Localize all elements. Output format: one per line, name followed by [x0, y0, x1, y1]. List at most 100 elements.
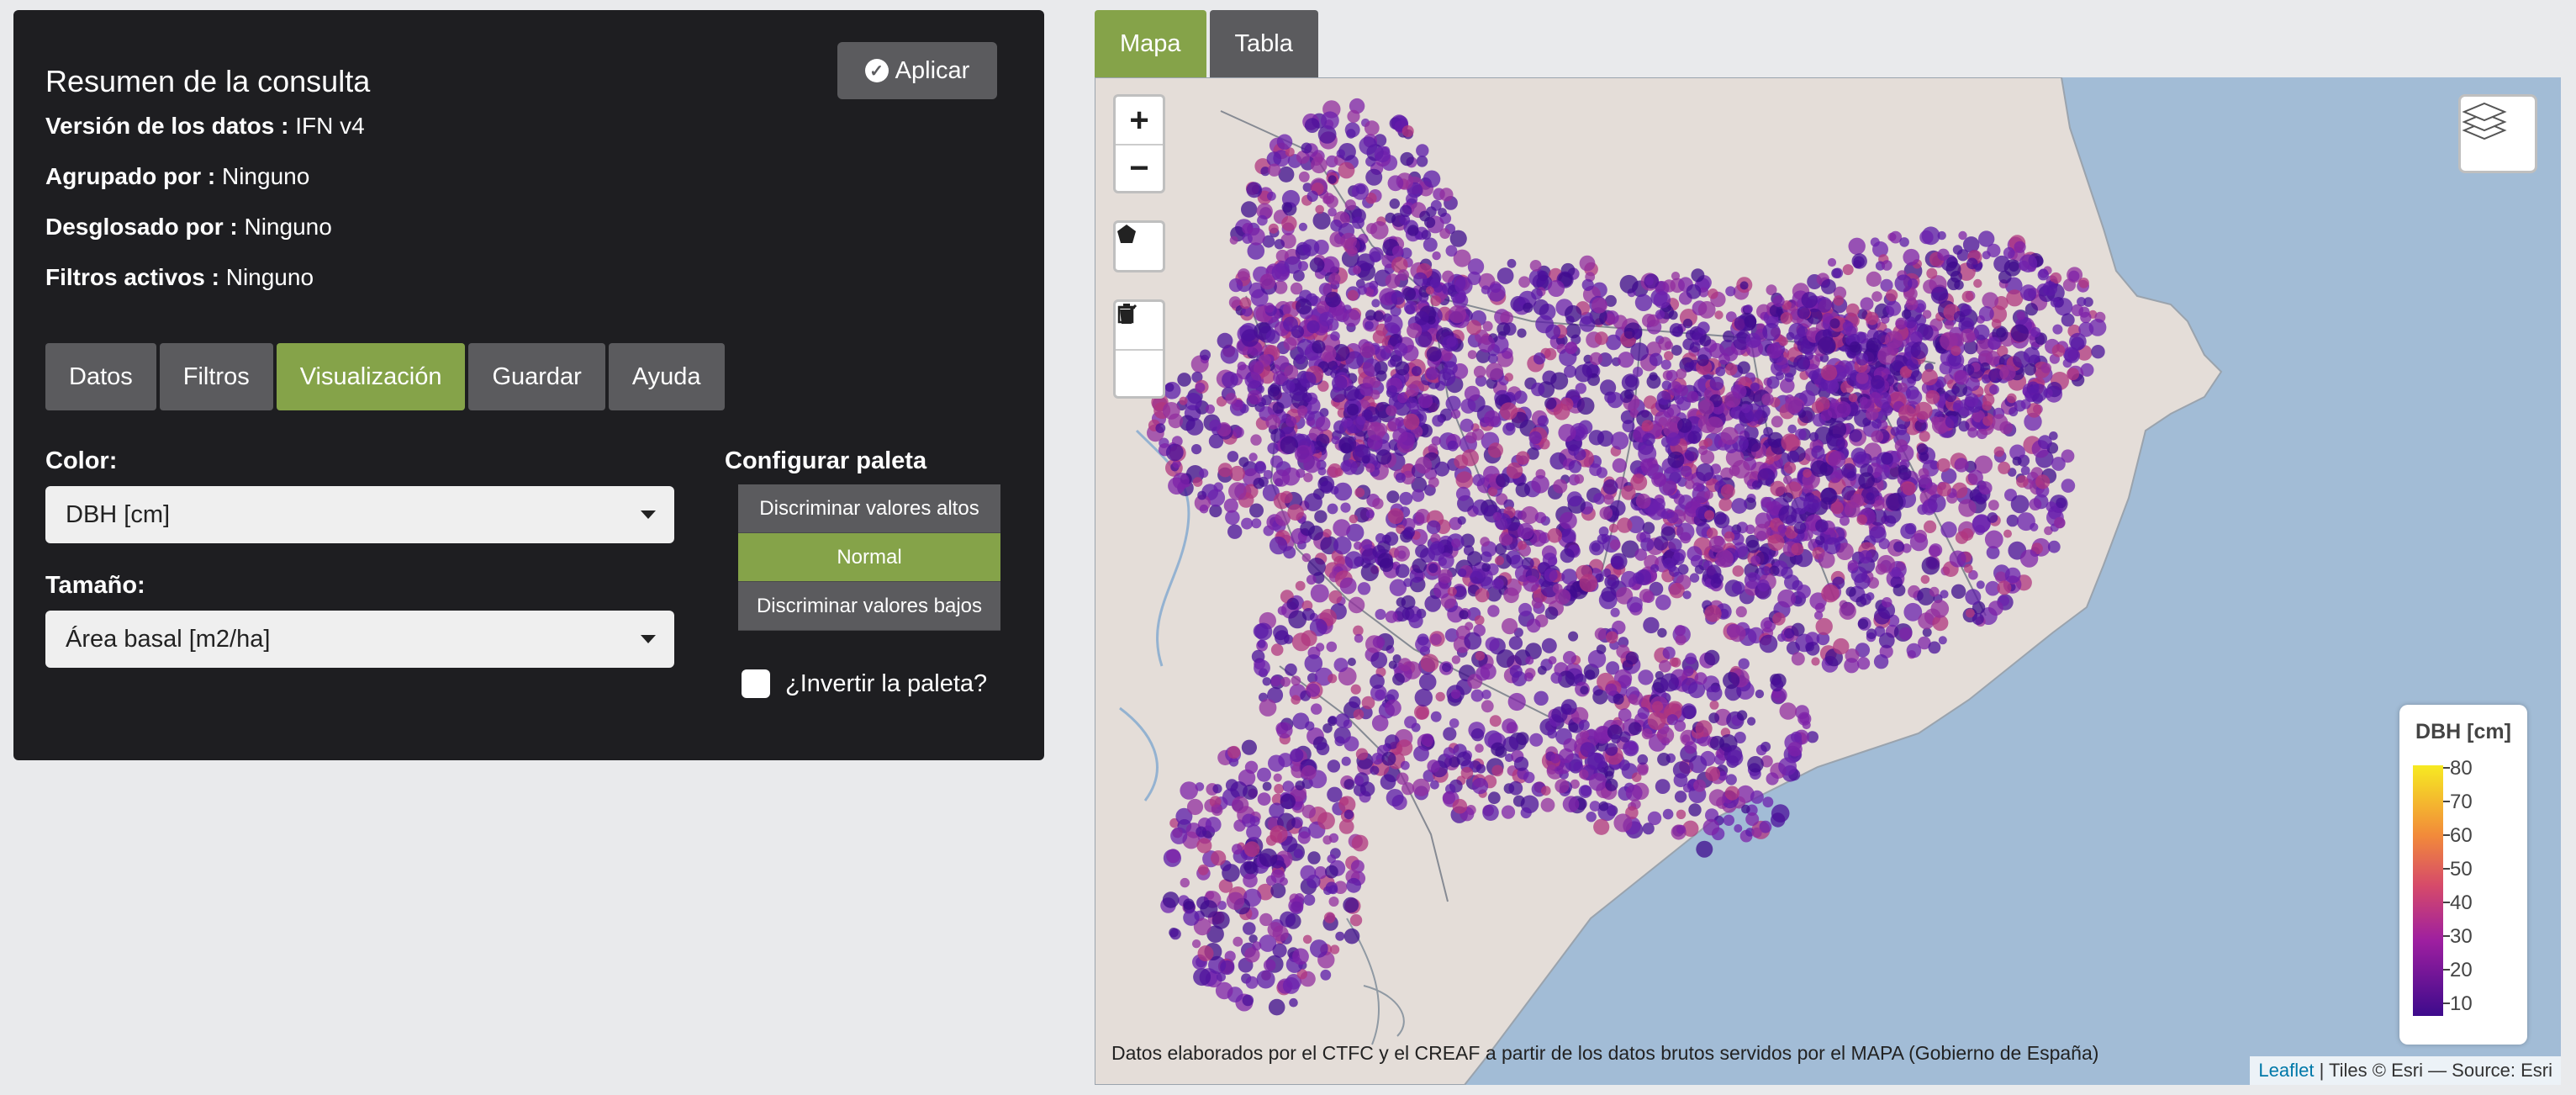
- plot-point[interactable]: [1445, 245, 1458, 257]
- plot-point[interactable]: [1211, 804, 1223, 817]
- plot-point[interactable]: [1638, 669, 1654, 685]
- plot-point[interactable]: [1344, 199, 1356, 211]
- plot-point[interactable]: [1984, 530, 2003, 549]
- plot-point[interactable]: [1674, 791, 1687, 803]
- plot-point[interactable]: [1430, 633, 1442, 645]
- plot-point[interactable]: [1692, 482, 1702, 492]
- plot-point[interactable]: [1212, 784, 1222, 794]
- plot-point[interactable]: [1856, 514, 1867, 526]
- plot-point[interactable]: [1652, 701, 1664, 712]
- plot-point[interactable]: [1487, 605, 1500, 617]
- plot-point[interactable]: [1233, 426, 1244, 438]
- plot-point[interactable]: [1533, 690, 1549, 706]
- plot-point[interactable]: [1689, 573, 1700, 583]
- plot-point[interactable]: [1987, 336, 2001, 351]
- plot-point[interactable]: [1389, 198, 1400, 209]
- plot-point[interactable]: [1657, 753, 1671, 766]
- plot-point[interactable]: [1696, 840, 1713, 858]
- plot-point[interactable]: [1397, 392, 1408, 404]
- plot-point[interactable]: [1684, 362, 1694, 373]
- plot-point[interactable]: [1180, 781, 1198, 800]
- plot-point[interactable]: [2014, 241, 2026, 253]
- plot-point[interactable]: [1491, 742, 1505, 757]
- plot-point[interactable]: [1197, 490, 1206, 500]
- plot-point[interactable]: [1545, 324, 1561, 340]
- plot-point[interactable]: [1793, 521, 1807, 534]
- plot-point[interactable]: [1674, 720, 1687, 732]
- plot-point[interactable]: [1734, 824, 1743, 833]
- plot-point[interactable]: [1385, 611, 1398, 623]
- plot-point[interactable]: [1623, 389, 1634, 399]
- plot-point[interactable]: [1693, 779, 1707, 792]
- plot-point[interactable]: [1306, 683, 1321, 697]
- plot-point[interactable]: [1687, 391, 1699, 403]
- plot-point[interactable]: [1936, 458, 1950, 473]
- plot-point[interactable]: [1502, 736, 1519, 753]
- plot-point[interactable]: [1778, 505, 1797, 524]
- palette-normal-button[interactable]: Normal: [738, 533, 1000, 582]
- plot-point[interactable]: [1886, 300, 1902, 316]
- plot-point[interactable]: [1845, 303, 1860, 317]
- plot-point[interactable]: [1374, 145, 1391, 163]
- plot-point[interactable]: [1365, 309, 1376, 321]
- plot-point[interactable]: [1762, 323, 1781, 341]
- plot-point[interactable]: [1850, 447, 1867, 463]
- plot-point[interactable]: [1580, 685, 1589, 695]
- plot-point[interactable]: [1296, 298, 1312, 315]
- plot-point[interactable]: [1766, 456, 1775, 465]
- plot-point[interactable]: [1811, 445, 1825, 459]
- plot-point[interactable]: [1937, 230, 1946, 241]
- plot-point[interactable]: [1418, 673, 1437, 691]
- plot-point[interactable]: [1361, 538, 1373, 550]
- plot-point[interactable]: [1872, 330, 1887, 344]
- plot-point[interactable]: [1608, 523, 1618, 533]
- plot-point[interactable]: [1438, 208, 1447, 217]
- plot-point[interactable]: [1481, 551, 1492, 563]
- plot-point[interactable]: [1906, 643, 1922, 659]
- plot-point[interactable]: [1708, 288, 1718, 299]
- plot-point[interactable]: [1360, 563, 1379, 582]
- plot-point[interactable]: [1262, 781, 1272, 791]
- plot-point[interactable]: [1251, 518, 1262, 529]
- plot-point[interactable]: [1183, 909, 1200, 926]
- plot-point[interactable]: [1921, 556, 1940, 575]
- plot-point[interactable]: [1470, 570, 1483, 585]
- plot-point[interactable]: [2016, 512, 2035, 532]
- plot-point[interactable]: [1639, 531, 1651, 543]
- plot-point[interactable]: [1560, 397, 1574, 411]
- plot-point[interactable]: [1940, 590, 1949, 599]
- plot-point[interactable]: [1775, 371, 1785, 381]
- plot-point[interactable]: [1467, 551, 1482, 566]
- plot-point[interactable]: [1295, 353, 1306, 365]
- plot-point[interactable]: [1682, 318, 1693, 329]
- plot-point[interactable]: [1866, 271, 1882, 287]
- plot-point[interactable]: [1191, 444, 1202, 455]
- plot-point[interactable]: [1411, 366, 1422, 377]
- plot-point[interactable]: [1277, 606, 1287, 616]
- plot-point[interactable]: [1272, 925, 1289, 942]
- plot-point[interactable]: [1548, 556, 1558, 566]
- plot-point[interactable]: [1467, 350, 1477, 359]
- plot-point[interactable]: [1320, 480, 1333, 494]
- plot-point[interactable]: [1757, 579, 1770, 592]
- plot-point[interactable]: [1416, 144, 1429, 157]
- plot-point[interactable]: [1696, 463, 1714, 482]
- plot-point[interactable]: [1316, 433, 1330, 447]
- plot-point[interactable]: [1954, 458, 1969, 473]
- palette-low-values-button[interactable]: Discriminar valores bajos: [738, 582, 1000, 631]
- plot-point[interactable]: [1270, 825, 1288, 844]
- plot-point[interactable]: [1429, 541, 1444, 556]
- plot-point[interactable]: [1332, 375, 1348, 391]
- plot-point[interactable]: [1270, 643, 1284, 656]
- plot-point[interactable]: [1386, 405, 1397, 416]
- plot-point[interactable]: [1720, 484, 1735, 499]
- plot-point[interactable]: [1343, 779, 1355, 791]
- plot-point[interactable]: [1259, 912, 1273, 927]
- plot-point[interactable]: [1328, 207, 1337, 217]
- plot-point[interactable]: [1930, 600, 1950, 618]
- plot-point[interactable]: [1348, 596, 1365, 614]
- plot-point[interactable]: [1325, 291, 1341, 308]
- plot-point[interactable]: [1438, 368, 1456, 386]
- plot-point[interactable]: [1544, 606, 1559, 620]
- plot-point[interactable]: [1661, 380, 1671, 390]
